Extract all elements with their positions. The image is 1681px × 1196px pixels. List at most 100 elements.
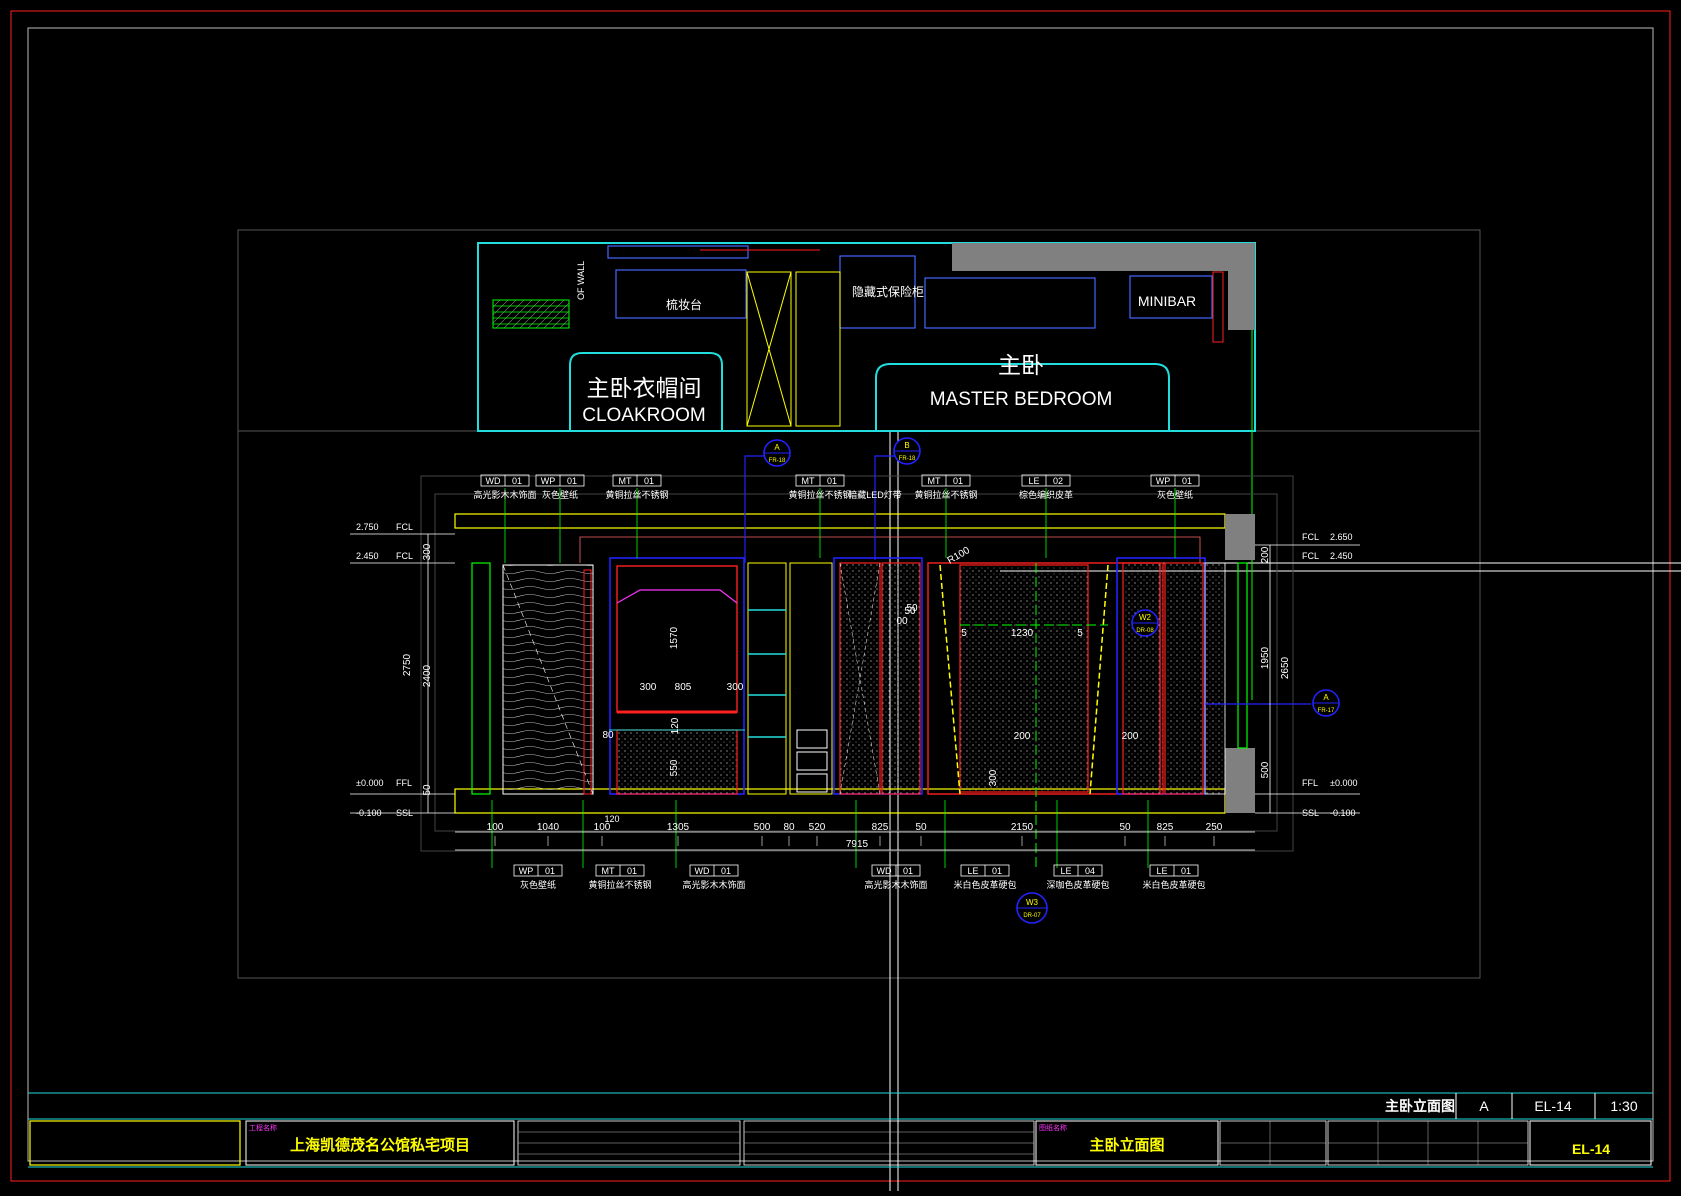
dim-left: 2750 <box>402 653 413 676</box>
tags_top-6: LE 02 棕色编织皮革 <box>1019 474 1073 500</box>
level-left-value: -0.100 <box>356 808 382 818</box>
level-right-tag: SSL <box>1302 808 1319 818</box>
tag-description: 灰色壁纸 <box>542 489 578 500</box>
dim-bottom: 500 <box>754 822 771 833</box>
minibar-label: MINIBAR <box>1138 293 1196 309</box>
callout-id: A <box>774 443 780 452</box>
level-right-value: 2.650 <box>1330 532 1353 542</box>
callout-id: W2 <box>1139 613 1152 622</box>
level-right-value: -0.100 <box>1330 808 1356 818</box>
sheet-number-bar: EL-14 <box>1534 1098 1572 1114</box>
dim-inner: 805 <box>675 682 692 693</box>
dim-right: 1950 <box>1260 646 1271 669</box>
dim-inner: 1570 <box>669 626 680 649</box>
tags_top-5: MT 01 黄铜拉丝不锈钢 <box>914 474 978 500</box>
level-left-value: 2.450 <box>356 551 379 561</box>
tag-number: 01 <box>953 476 963 486</box>
tag-number: 01 <box>827 476 837 486</box>
tags_top-1: WP 01 灰色壁纸 <box>535 474 585 500</box>
dim-bottom: 1040 <box>537 822 560 833</box>
tag-number: 01 <box>627 866 637 876</box>
dim-bottom: 50 <box>1119 822 1131 833</box>
tag-number: 01 <box>903 866 913 876</box>
level-right-value: 2.450 <box>1330 551 1353 561</box>
tags_top-4: 暗藏LED灯带 <box>848 489 902 500</box>
tag-description: 黄铜拉丝不锈钢 <box>788 489 851 500</box>
dim-left: 50 <box>422 784 433 796</box>
level-left-tag: FFL <box>396 778 412 788</box>
dim-right: 2650 <box>1280 656 1291 679</box>
callout-sheet: DR-08 <box>1136 628 1154 634</box>
drawing-canvas: 主卧衣帽间 CLOAKROOM 主卧 MASTER BEDROOM 梳妆台 隐藏… <box>0 0 1681 1191</box>
tag-code: WD <box>695 866 710 876</box>
level-left-value: ±0.000 <box>356 778 383 788</box>
dim-bottom: 825 <box>872 822 889 833</box>
crosshair-cursor <box>889 430 1681 1191</box>
dim-right: 500 <box>1260 761 1271 778</box>
tags_top-3: MT 01 黄铜拉丝不锈钢 <box>788 474 852 500</box>
level-right-tag: FCL <box>1302 532 1319 542</box>
tag-description: 深咖色皮革硬包 <box>1046 879 1109 890</box>
callout-sheet: FR-18 <box>899 456 916 462</box>
callout-id: B <box>904 441 909 450</box>
tags_bottom-4: LE 01 米白色皮革硬包 <box>953 864 1017 890</box>
dim-left: 300 <box>422 543 433 560</box>
callout-id: W3 <box>1026 898 1039 907</box>
scale-label: 1:30 <box>1610 1098 1637 1114</box>
title-block: 主卧立面图 A EL-14 1:30 工程名称 上海凯德茂名公馆私宅项目 图纸名… <box>28 1092 1653 1168</box>
safe-label: 隐藏式保险柜 <box>852 284 924 299</box>
tag-number: 01 <box>992 866 1002 876</box>
dim-total: 7915 <box>846 839 869 850</box>
tag-code: LE <box>1156 866 1167 876</box>
tags_top-2: MT 01 黄铜拉丝不锈钢 <box>605 474 669 500</box>
tags_top-7: WP 01 灰色壁纸 <box>1150 474 1200 500</box>
project-name: 上海凯德茂名公馆私宅项目 <box>290 1136 470 1154</box>
dim-bottom: 100 <box>487 822 504 833</box>
tag-number: 01 <box>721 866 731 876</box>
tag-code: WP <box>1156 476 1171 486</box>
callout-sheet: DR-07 <box>1023 913 1041 919</box>
dim-bottom: 50 <box>915 822 927 833</box>
wall-label: OF WALL <box>576 261 586 300</box>
callout-id: A <box>1323 693 1329 702</box>
tag-code: WP <box>519 866 534 876</box>
level-left-tag: FCL <box>396 551 413 561</box>
tags_bottom-0: WP 01 灰色壁纸 <box>513 864 563 890</box>
dim-inner: 5 <box>961 628 967 639</box>
cloakroom-en-label: CLOAKROOM <box>582 405 706 426</box>
tag-description: 灰色壁纸 <box>1157 489 1193 500</box>
dim-inner: 80 <box>602 730 614 741</box>
level-right-tag: FFL <box>1302 778 1318 788</box>
tag-code: LE <box>1060 866 1071 876</box>
tag-description: 黄铜拉丝不锈钢 <box>588 879 651 890</box>
tag-code: LE <box>1028 476 1039 486</box>
dim-inner: 5 <box>1077 628 1083 639</box>
tag-number: 01 <box>567 476 577 486</box>
tags_bottom-3: WD 01 高光影木木饰面 <box>864 864 928 890</box>
tags_bottom-6: LE 01 米白色皮革硬包 <box>1142 864 1206 890</box>
tag-description: 暗藏LED灯带 <box>848 489 902 500</box>
tag-number: 01 <box>1182 476 1192 486</box>
bedroom-cn-label: 主卧 <box>998 352 1044 378</box>
dim-inner: 200 <box>1122 731 1139 742</box>
dim-bottom: 520 <box>809 822 826 833</box>
tag-description: 黄铜拉丝不锈钢 <box>605 489 668 500</box>
level-right-value: ±0.000 <box>1330 778 1357 788</box>
tag-number: 02 <box>1053 476 1063 486</box>
tag-code: LE <box>967 866 978 876</box>
tags_bottom-5: LE 04 深咖色皮革硬包 <box>1046 864 1110 890</box>
tag-description: 棕色编织皮革 <box>1019 489 1073 500</box>
dim-inner: 120 <box>670 717 681 734</box>
tag-description: 高光影木木饰面 <box>864 879 927 890</box>
level-left-tag: SSL <box>396 808 413 818</box>
drawing-name: 主卧立面图 <box>1089 1136 1164 1154</box>
dim-inner: 200 <box>1014 731 1031 742</box>
elevation <box>350 455 1360 870</box>
tag-description: 米白色皮革硬包 <box>1142 879 1205 890</box>
tag-description: 高光影木木饰面 <box>682 879 745 890</box>
dim-bottom: 1305 <box>667 822 690 833</box>
dim-inner: 00 <box>896 616 908 627</box>
callout-sheet: FR-18 <box>769 458 786 464</box>
dim-right: 200 <box>1260 546 1271 563</box>
drawing-name-bar: 主卧立面图 <box>1385 1098 1455 1114</box>
